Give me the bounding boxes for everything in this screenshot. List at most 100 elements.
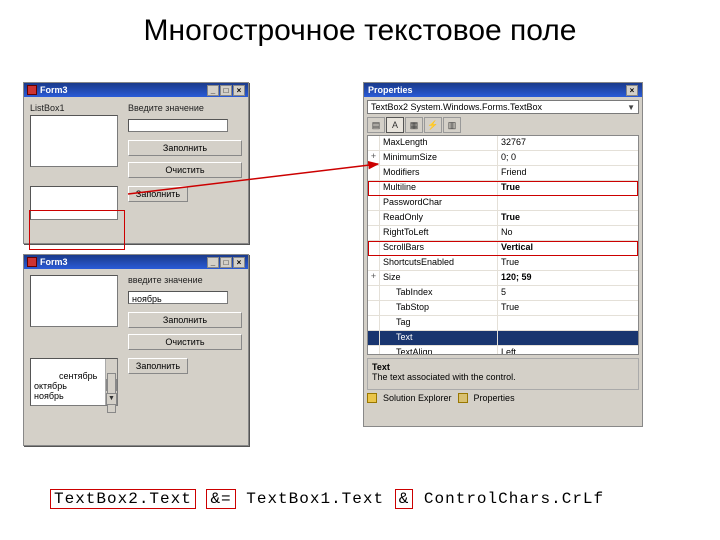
expand-icon xyxy=(368,346,380,355)
multiline-a[interactable] xyxy=(30,186,118,220)
prop-row-textalign[interactable]: TextAlignLeft xyxy=(368,346,638,355)
prop-value[interactable] xyxy=(498,331,638,345)
prop-value[interactable]: Vertical xyxy=(498,241,638,255)
tab-solution-explorer[interactable]: Solution Explorer xyxy=(383,393,452,403)
properties-close-button[interactable]: × xyxy=(626,85,638,96)
prop-name: ShortcutsEnabled xyxy=(380,256,498,270)
fill-button-a[interactable]: Заполнить xyxy=(128,140,242,156)
properties-titlebar[interactable]: Properties × xyxy=(364,83,642,97)
code-op-append: &= xyxy=(206,489,235,509)
prop-row-modifiers[interactable]: ModifiersFriend xyxy=(368,166,638,181)
prop-row-passwordchar[interactable]: PasswordChar xyxy=(368,196,638,211)
minimize-button[interactable]: _ xyxy=(207,85,219,96)
expand-icon xyxy=(368,196,380,210)
input-a[interactable] xyxy=(128,119,228,132)
prop-name: ScrollBars xyxy=(380,241,498,255)
prop-value[interactable] xyxy=(498,196,638,210)
prop-value[interactable]: 120; 59 xyxy=(498,271,638,285)
prop-value[interactable]: Left xyxy=(498,346,638,355)
properties-toolbar: ▤ A ▦ ⚡ ▥ xyxy=(364,117,642,135)
expand-icon xyxy=(368,331,380,345)
listbox-a[interactable] xyxy=(30,115,118,167)
app-icon xyxy=(27,85,37,95)
alphabetical-icon[interactable]: A xyxy=(386,117,404,133)
close-button[interactable]: × xyxy=(233,257,245,268)
property-pages-icon[interactable]: ▥ xyxy=(443,117,461,133)
fill-button-b[interactable]: Заполнить xyxy=(128,312,242,328)
clear-button-a[interactable]: Очистить xyxy=(128,162,242,178)
prop-value[interactable]: 32767 xyxy=(498,136,638,150)
properties-tab-icon xyxy=(458,393,468,403)
prop-value[interactable]: Friend xyxy=(498,166,638,180)
prop-name: RightToLeft xyxy=(380,226,498,240)
prop-row-shortcutsenabled[interactable]: ShortcutsEnabledTrue xyxy=(368,256,638,271)
prop-name: TabStop xyxy=(380,301,498,315)
prop-name: MaxLength xyxy=(380,136,498,150)
scroll-down-icon[interactable]: ▼ xyxy=(106,393,117,405)
prop-row-readonly[interactable]: ReadOnlyTrue xyxy=(368,211,638,226)
prop-row-tag[interactable]: Tag xyxy=(368,316,638,331)
prop-row-tabstop[interactable]: TabStopTrue xyxy=(368,301,638,316)
prop-name: ReadOnly xyxy=(380,211,498,225)
form-a-titlebar[interactable]: Form3 _ □ × xyxy=(24,83,248,97)
prop-row-scrollbars[interactable]: ScrollBarsVertical xyxy=(368,241,638,256)
listbox-label: ListBox1 xyxy=(30,103,118,113)
expand-icon[interactable]: + xyxy=(368,151,380,165)
maximize-button[interactable]: □ xyxy=(220,85,232,96)
maximize-button[interactable]: □ xyxy=(220,257,232,268)
prop-name: Text xyxy=(380,331,498,345)
expand-icon xyxy=(368,316,380,330)
prop-value[interactable]: True xyxy=(498,301,638,315)
prop-value[interactable]: True xyxy=(498,256,638,270)
code-textbox1: TextBox1.Text xyxy=(246,490,384,508)
prop-row-tabindex[interactable]: TabIndex5 xyxy=(368,286,638,301)
properties-description: Text The text associated with the contro… xyxy=(367,358,639,390)
prompt-b: введите значение xyxy=(128,275,242,285)
code-line: TextBox2.Text &= TextBox1.Text & Control… xyxy=(50,490,604,508)
prop-row-righttoleft[interactable]: RightToLeftNo xyxy=(368,226,638,241)
prop-value[interactable]: True xyxy=(498,181,638,195)
input-b[interactable]: ноябрь xyxy=(128,291,228,304)
properties-grid[interactable]: MaxLength32767+MinimumSize0; 0ModifiersF… xyxy=(367,135,639,355)
prop-value[interactable]: 0; 0 xyxy=(498,151,638,165)
events-icon[interactable]: ⚡ xyxy=(424,117,442,133)
code-op-concat: & xyxy=(395,489,414,509)
properties-object-combo[interactable]: TextBox2 System.Windows.Forms.TextBox ▼ xyxy=(367,100,639,114)
multiline-b[interactable]: сентябрь октябрь ноябрь ▲ ▼ xyxy=(30,358,118,406)
expand-icon xyxy=(368,301,380,315)
add-button-b[interactable]: Заполнить xyxy=(128,358,188,374)
prop-row-minimumsize[interactable]: +MinimumSize0; 0 xyxy=(368,151,638,166)
app-icon xyxy=(27,257,37,267)
desc-name: Text xyxy=(372,362,634,372)
prop-value[interactable]: True xyxy=(498,211,638,225)
prop-row-multiline[interactable]: MultilineTrue xyxy=(368,181,638,196)
prop-value[interactable] xyxy=(498,316,638,330)
add-button-a[interactable]: Заполнить xyxy=(128,186,188,202)
prop-name: Tag xyxy=(380,316,498,330)
expand-icon xyxy=(368,226,380,240)
prop-value[interactable]: 5 xyxy=(498,286,638,300)
expand-icon xyxy=(368,181,380,195)
categorized-icon[interactable]: ▤ xyxy=(367,117,385,133)
form-b-client: введите значение ноябрь Заполнить Очисти… xyxy=(24,269,248,412)
multiline-b-text: сентябрь октябрь ноябрь xyxy=(34,371,97,401)
prop-value[interactable]: No xyxy=(498,226,638,240)
close-button[interactable]: × xyxy=(233,85,245,96)
prop-name: Size xyxy=(380,271,498,285)
form-a-client: ListBox1 Введите значение Заполнить Очис… xyxy=(24,97,248,226)
expand-icon[interactable]: + xyxy=(368,271,380,285)
prop-row-maxlength[interactable]: MaxLength32767 xyxy=(368,136,638,151)
prop-row-size[interactable]: +Size120; 59 xyxy=(368,271,638,286)
tab-properties[interactable]: Properties xyxy=(474,393,515,403)
listbox-b[interactable] xyxy=(30,275,118,327)
properties-bottom-tabs: Solution Explorer Properties xyxy=(367,393,639,403)
minimize-button[interactable]: _ xyxy=(207,257,219,268)
form-b-title: Form3 xyxy=(40,257,68,267)
multiline-scrollbar[interactable]: ▲ ▼ xyxy=(105,359,117,405)
clear-button-b[interactable]: Очистить xyxy=(128,334,242,350)
expand-icon xyxy=(368,136,380,150)
form-b-titlebar[interactable]: Form3 _ □ × xyxy=(24,255,248,269)
prop-name: TabIndex xyxy=(380,286,498,300)
prop-row-text[interactable]: Text xyxy=(368,331,638,346)
properties-icon[interactable]: ▦ xyxy=(405,117,423,133)
